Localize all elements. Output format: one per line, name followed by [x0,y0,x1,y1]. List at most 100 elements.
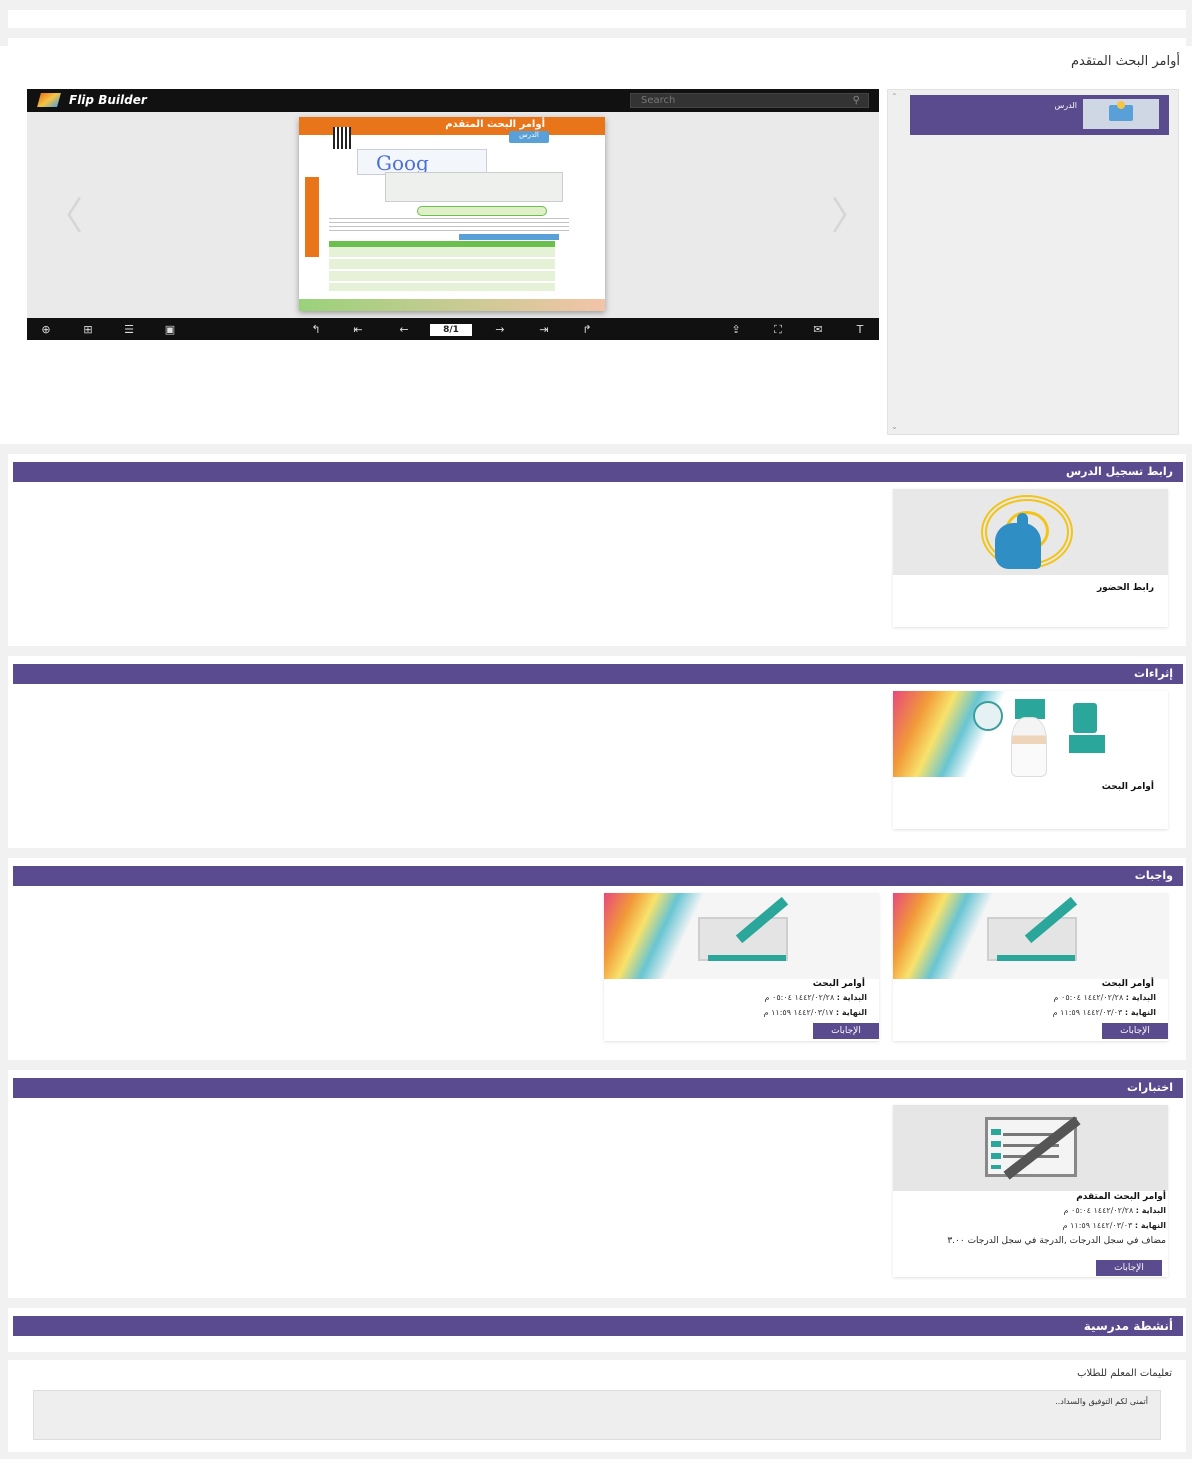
homework-card-2[interactable]: أوامر البحث البداية : ١٤٤٢/٠٢/٢٨ ٠٥:٠٤ م… [604,893,879,1041]
homework-1-end-value: ١٤٤٢/٠٣/٠٣ ١١:٥٩ م [1052,1008,1123,1017]
page-indicator-value: 8/1 [443,325,459,335]
document-base-icon [708,955,786,961]
email-icon[interactable]: ✉ [811,324,825,336]
document-base-icon [997,955,1075,961]
homework-2-start-value: ١٤٤٢/٠٢/٢٨ ٠٥:٠٤ م [764,993,835,1002]
page-title: أوامر البحث المتقدم [1070,54,1180,69]
laptop-icon [1069,735,1105,753]
homework-1-start-label: البداية : [1125,993,1156,1002]
instructions-panel: تعليمات المعلم للطلاب أتمنى لكم التوفيق … [8,1360,1186,1452]
homework-1-start-value: ١٤٤٢/٠٢/٢٨ ٠٥:٠٤ م [1053,993,1124,1002]
homework-card-1[interactable]: أوامر البحث البداية : ١٤٤٢/٠٢/٢٨ ٠٥:٠٤ م… [893,893,1168,1041]
qr-code [333,127,351,149]
attendance-card[interactable]: رابط الحضور [893,489,1168,627]
search-icon[interactable]: ⚲ [853,95,860,106]
back-icon[interactable]: ↰ [309,324,323,336]
test-start-label: البداية : [1135,1206,1166,1215]
book-footer-bar [299,299,605,311]
section-header-activities: أنشطة مدرسية [13,1316,1183,1336]
text-lines [329,218,569,234]
thumbnails-icon[interactable]: ⊞ [81,324,95,336]
objectives-box [385,172,563,202]
top-strip-2 [8,38,1186,46]
top-strip [8,10,1186,28]
sidebar-item-label: الدرس [1054,101,1078,110]
section-header-tests: اختبارات [13,1078,1183,1098]
lesson-sidebar: ⌃ ⌄ الدرس [887,89,1179,435]
green-pill [417,206,547,216]
enrichment-card[interactable]: أوامر البحث [893,691,1168,829]
tablet-icon [1073,703,1097,733]
checklist-mark-icon [991,1129,1001,1169]
homework-1-end: النهاية : ١٤٤٢/٠٣/٠٣ ١١:٥٩ م [1053,1008,1156,1017]
homework-2-start-label: البداية : [836,993,867,1002]
flipbuilder-brand: Flip Builder [69,93,147,107]
test-end-value: ١٤٤٢/٠٣/٠٣ ١١:٥٩ م [1062,1221,1133,1230]
test-title[interactable]: أوامر البحث المتقدم [1076,1192,1166,1202]
book-side-tab [305,177,319,257]
homework-2-start: البداية : ١٤٤٢/٠٢/٢٨ ٠٥:٠٤ م [765,993,867,1002]
homework-thumb-1 [893,893,1168,979]
test-answers-button[interactable]: الإجابات [1096,1260,1162,1276]
lesson-thumb-bulb-icon [1117,101,1125,109]
text-icon[interactable]: T [853,324,867,336]
homework-1-end-label: النهاية : [1124,1008,1156,1017]
student-avatar [1011,717,1047,777]
homework-2-answers-button[interactable]: الإجابات [813,1023,879,1039]
enrichment-thumb [893,691,1168,777]
page-indicator[interactable]: 8/1 [430,324,472,336]
instructions-text: أتمنى لكم التوفيق والسداد.. [1055,1397,1148,1406]
homework-1-start: البداية : ١٤٤٢/٠٢/٢٨ ٠٥:٠٤ م [1054,993,1156,1002]
section-header-enrichment: إثراءات [13,664,1183,684]
next-icon[interactable]: → [493,324,507,336]
section-header-homework: واجبات [13,866,1183,886]
monitor-icon [1015,699,1045,719]
test-end: النهاية : ١٤٤٢/٠٣/٠٣ ١١:٥٩ م [1063,1221,1166,1230]
book-banner-title: أوامر البحث المتقدم [445,119,545,130]
first-page-icon[interactable]: ⇤ [351,324,365,336]
test-end-label: النهاية : [1134,1221,1166,1230]
flipbook-topbar: Flip Builder Search ⚲ [27,89,879,112]
test-start-value: ١٤٤٢/٠٢/٢٨ ٠٥:٠٤ م [1063,1206,1134,1215]
homework-2-title[interactable]: أوامر البحث [813,979,865,989]
instructions-box: أتمنى لكم التوفيق والسداد.. [33,1390,1161,1440]
test-note: مضاف في سجل الدرجات ,الدرجة في سجل الدرج… [947,1236,1166,1246]
book-badge: الدرس [509,131,549,143]
hand-finger-icon [1017,513,1028,541]
last-page-icon[interactable]: ⇥ [537,324,551,336]
prev-page-arrow-icon[interactable]: 〈 [45,197,83,235]
blue-pill [459,234,559,240]
flipbook-viewer[interactable]: Flip Builder Search ⚲ 〈 〉 أوامر البحث ال… [27,89,879,340]
fullscreen-icon[interactable]: ⛶ [771,324,785,336]
homework-1-title[interactable]: أوامر البحث [1102,979,1154,989]
instructions-label: تعليمات المعلم للطلاب [1077,1368,1172,1379]
enrichment-card-title[interactable]: أوامر البحث [1102,782,1154,792]
test-start: البداية : ١٤٤٢/٠٢/٢٨ ٠٥:٠٤ م [1064,1206,1166,1215]
test-card[interactable]: أوامر البحث المتقدم البداية : ١٤٤٢/٠٢/٢٨… [893,1105,1168,1277]
flipbook-search-input[interactable]: Search ⚲ [630,93,869,108]
sidebar-item-thumb [1083,99,1159,129]
homework-thumb-2 [604,893,879,979]
homework-2-end-label: النهاية : [835,1008,867,1017]
search-placeholder: Search [641,95,676,106]
slideshow-icon[interactable]: ▣ [163,324,177,336]
video-play-icon [973,701,1003,731]
book-page: أوامر البحث المتقدم الدرس Goog [299,117,605,311]
book-table [329,241,555,291]
table-of-contents-icon[interactable]: ☰ [122,324,136,336]
next-page-arrow-icon[interactable]: 〉 [831,197,869,235]
attendance-thumb [893,489,1168,575]
attendance-card-title[interactable]: رابط الحضور [1097,583,1154,593]
scroll-down-icon[interactable]: ⌄ [891,422,898,431]
section-header-attendance: رابط تسجيل الدرس [13,462,1183,482]
zoom-icon[interactable]: ⊕ [39,324,53,336]
flipbuilder-logo-icon [37,93,61,107]
homework-2-end: النهاية : ١٤٤٢/٠٣/١٧ ١١:٥٩ م [764,1008,867,1017]
forward-icon[interactable]: ↱ [580,324,594,336]
test-thumb [893,1105,1168,1191]
share-icon[interactable]: ⇪ [729,324,743,336]
previous-icon[interactable]: ← [397,324,411,336]
scroll-up-icon[interactable]: ⌃ [891,92,898,101]
sidebar-item-lesson[interactable]: الدرس [910,95,1169,135]
homework-1-answers-button[interactable]: الإجابات [1102,1023,1168,1039]
